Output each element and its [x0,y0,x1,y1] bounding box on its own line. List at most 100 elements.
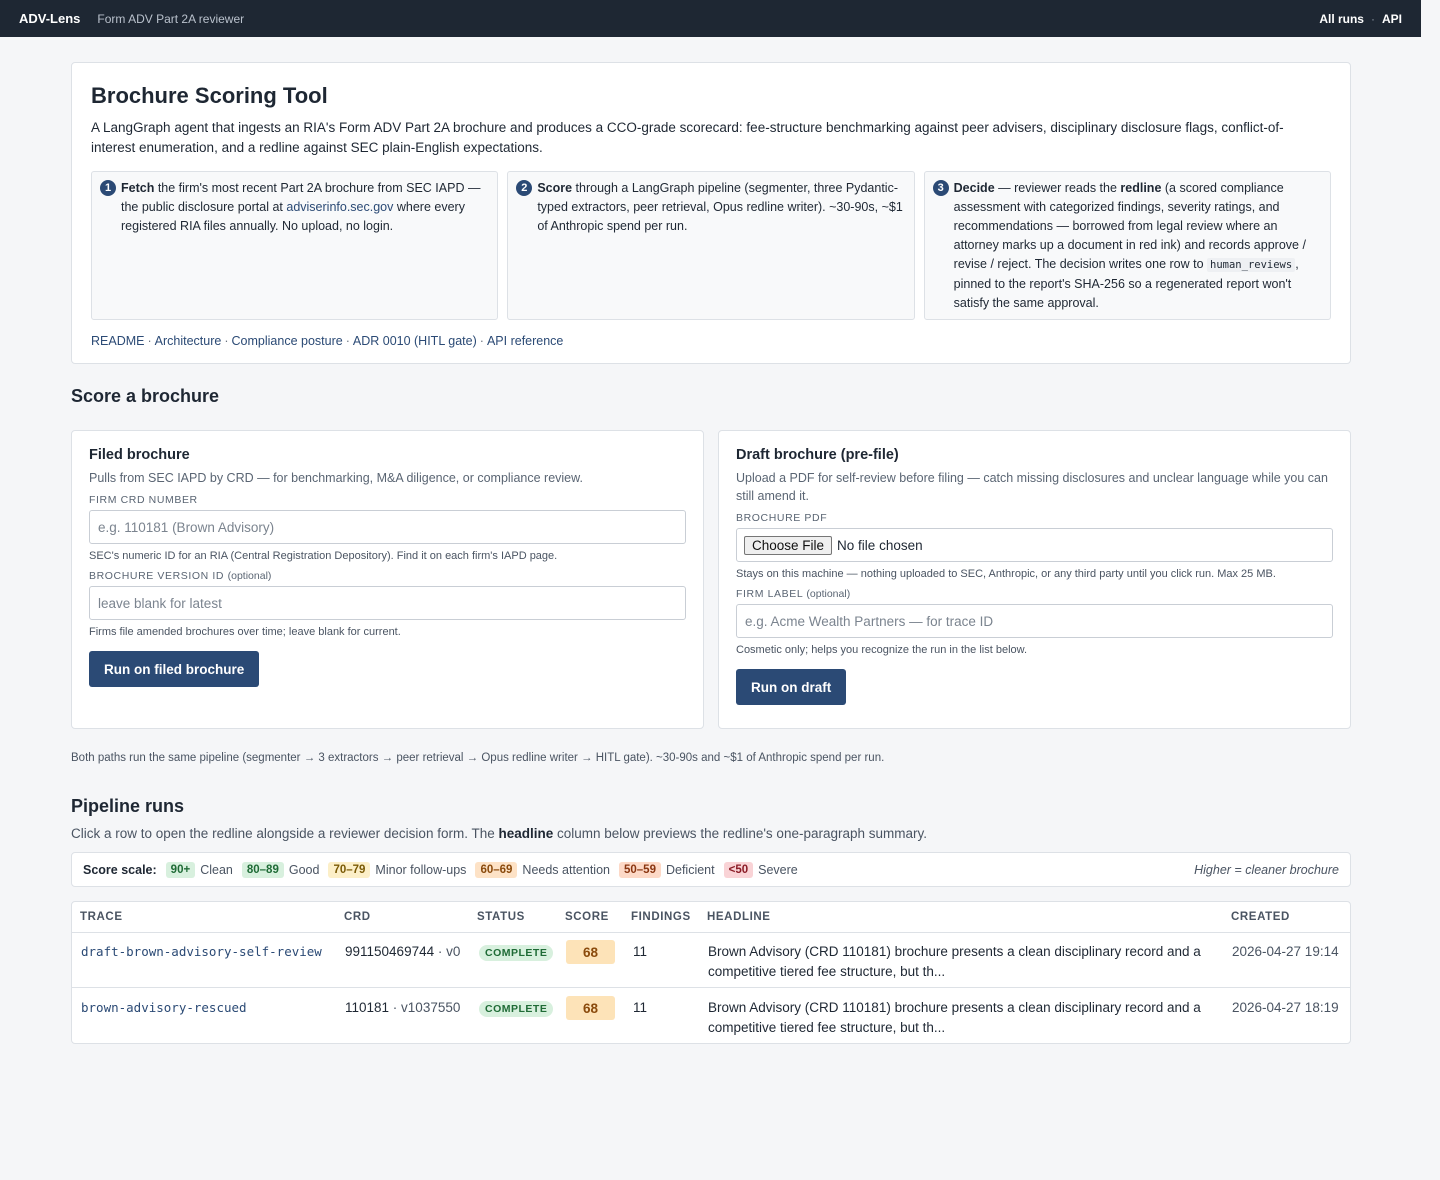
crd-cell: 991150469744 · v0 [345,942,460,962]
col-header-findings: FINDINGS [631,911,691,923]
top-nav-links: All runs · API [1319,12,1402,26]
scale-label: Clean [200,862,233,877]
status-badge: COMPLETE [479,1001,554,1017]
step-title: Decide [953,181,995,195]
nav-api[interactable]: API [1382,12,1402,26]
optional-tag: (optional) [806,588,851,600]
link-readme[interactable]: README [91,334,144,348]
crd-cell: 110181 · v1037550 [345,998,460,1018]
crd-label: FIRM CRD NUMBER [89,494,198,506]
run-filed-button[interactable]: Run on filed brochure [89,651,260,687]
version-label-text: BROCHURE VERSION ID [89,570,225,582]
page-title: Brochure Scoring Tool [91,83,328,108]
firm-label: FIRM LABEL (optional) [736,588,1333,600]
runs-desc-text: Click a row to open the redline alongsid… [71,826,499,841]
step-score: 2 Score through a LangGraph pipeline (se… [507,171,915,320]
col-header-score: SCORE [565,911,609,923]
scale-label: Needs attention [522,862,610,877]
nav-separator: · [1370,11,1375,26]
table-name-code: human_reviews [1207,258,1296,272]
link-separator: · [224,334,229,348]
crd-separator: · [434,944,447,959]
steps-row: 1 Fetch the firm's most recent Part 2A b… [91,171,1331,320]
score-chip: 68 [566,940,615,964]
runs-table: TRACE CRD STATUS SCORE FINDINGS HEADLINE… [71,901,1351,1044]
scale-note: Higher = cleaner brochure [1194,862,1339,877]
optional-tag: (optional) [227,570,272,582]
run-draft-button[interactable]: Run on draft [736,669,847,705]
file-status: No file chosen [837,537,923,553]
card-description: Pulls from SEC IAPD by CRD — for benchma… [89,471,583,485]
runs-desc-bold: headline [498,826,554,841]
crd-input[interactable] [89,510,686,544]
section-title-score: Score a brochure [71,386,220,406]
version-help: Firms file amended brochures over time; … [89,626,401,638]
scale-chip-below-50: <50 [723,861,754,878]
findings-cell: 11 [633,944,648,959]
intro-text: A LangGraph agent that ingests an RIA's … [91,120,1284,155]
scale-chip-50: 50–59 [618,861,661,878]
link-adr-0010[interactable]: ADR 0010 (HITL gate) [353,334,477,348]
step-decide: 3 Decide — reviewer reads the redline (a… [923,171,1331,320]
score-chip: 68 [566,996,615,1020]
headline-cell: Brown Advisory (CRD 110181) brochure pre… [708,1000,1201,1035]
card-title: Draft brochure (pre-file) [736,447,899,463]
pipeline-note: Both paths run the same pipeline (segmen… [71,752,885,764]
created-cell: 2026-04-27 18:19 [1232,1000,1339,1015]
link-architecture[interactable]: Architecture [155,334,222,348]
table-row[interactable]: draft-brown-advisory-self-review 9911504… [72,933,1350,988]
card-description: Upload a PDF for self-review before fili… [736,471,1328,503]
draft-brochure-card: Draft brochure (pre-file) Upload a PDF f… [718,430,1351,729]
iapd-link[interactable]: adviserinfo.sec.gov [286,200,393,214]
step-fetch: 1 Fetch the firm's most recent Part 2A b… [91,171,499,320]
doc-links: README · Architecture · Compliance posture · A… [91,334,1331,348]
pdf-file-input[interactable]: Choose File No file chosen [736,528,1333,562]
firm-label-text: FIRM LABEL [736,588,803,600]
app-tagline: Form ADV Part 2A reviewer [97,11,245,26]
scale-chip-90: 90+ [165,861,196,878]
scale-label: Good [288,862,320,877]
trace-link[interactable]: brown-advisory-rescued [81,998,247,1018]
status-cell: COMPLETE [479,942,554,963]
step-number-badge: 3 [932,180,949,196]
scale-label: Severe [758,862,798,877]
scale-chip-60: 60–69 [475,861,518,878]
step-title: Fetch [121,181,155,195]
top-nav-bar: ADV-Lens Form ADV Part 2A reviewer All r… [0,0,1421,37]
version-input[interactable] [89,586,686,620]
col-header-headline: HEADLINE [707,911,771,923]
trace-link[interactable]: draft-brown-advisory-self-review [81,942,322,962]
firm-help: Cosmetic only; helps you recognize the r… [736,644,1028,656]
headline-cell: Brown Advisory (CRD 110181) brochure pre… [708,944,1201,979]
step-bold-term: redline [1120,181,1162,195]
status-cell: COMPLETE [479,998,554,1019]
score-scale-legend: Score scale: 90+ Clean 80–89 Good 70–79 Min… [71,852,1351,887]
link-separator: · [345,334,350,348]
firm-label-input[interactable] [736,604,1333,638]
pdf-help: Stays on this machine — nothing uploaded… [736,568,1276,580]
choose-file-button[interactable]: Choose File [744,535,833,555]
scale-title: Score scale: [83,862,157,877]
scale-chip-80: 80–89 [241,861,284,878]
table-row[interactable]: brown-advisory-rescued 110181 · v1037550… [72,989,1350,1043]
step-number-badge: 2 [516,180,533,196]
col-header-crd: CRD [344,911,371,923]
app-brand[interactable]: ADV-Lens [19,11,80,26]
runs-desc-text: column below previews the redline's one-… [553,826,928,841]
version-value: v0 [446,944,461,959]
step-text: through a LangGraph pipeline (segmenter,… [537,181,903,233]
card-title: Filed brochure [89,447,190,463]
link-compliance-posture[interactable]: Compliance posture [232,334,343,348]
link-api-reference[interactable]: API reference [487,334,563,348]
version-value: v1037550 [401,1000,461,1015]
filed-brochure-card: Filed brochure Pulls from SEC IAPD by CR… [71,430,704,729]
link-separator: · [147,334,152,348]
step-text: — reviewer reads the [994,181,1121,195]
col-header-status: STATUS [477,911,525,923]
status-badge: COMPLETE [479,945,554,961]
scale-label: Minor follow-ups [375,862,467,877]
col-header-trace: TRACE [80,911,123,923]
nav-all-runs[interactable]: All runs [1319,12,1364,26]
crd-separator: · [389,1000,402,1015]
step-number-badge: 1 [100,180,116,196]
